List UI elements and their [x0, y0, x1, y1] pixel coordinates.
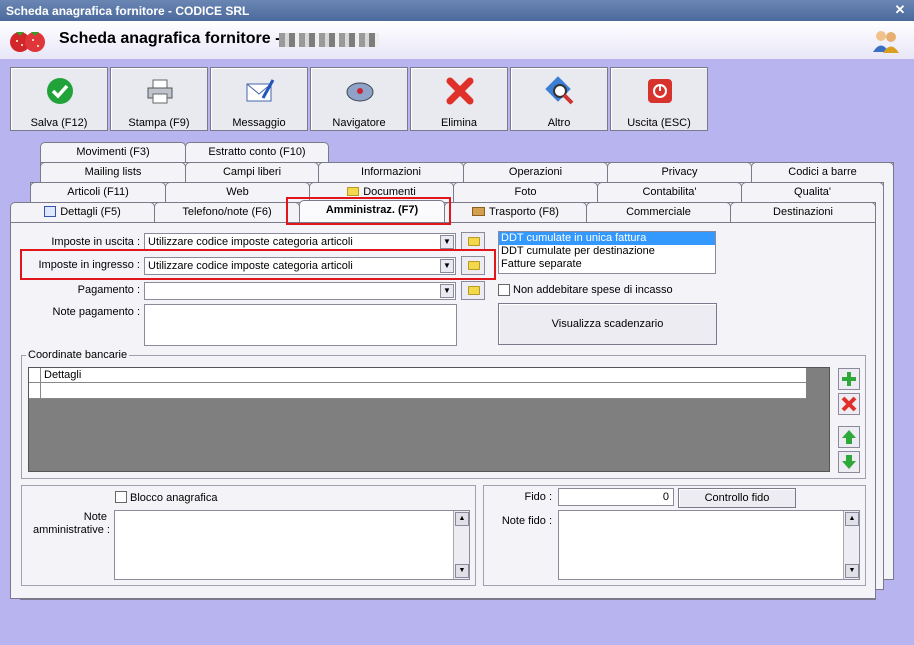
non-addebitare-checkbox[interactable]	[498, 284, 510, 296]
compass-icon	[346, 82, 374, 102]
move-down-button[interactable]	[838, 451, 860, 473]
navigator-button-label: Navigatore	[332, 117, 386, 129]
scroll-down-icon[interactable]: ▼	[455, 564, 469, 578]
delete-x-icon	[841, 396, 857, 412]
tab-codici-a-barre[interactable]: Codici a barre	[751, 162, 894, 182]
highlight-box-tab	[286, 197, 451, 225]
bank-grid[interactable]: Dettagli	[28, 367, 830, 472]
tab-mailing-lists[interactable]: Mailing lists	[40, 162, 186, 182]
pagamento-select[interactable]: ▼	[144, 282, 456, 300]
tab-foto[interactable]: Foto	[453, 182, 598, 202]
scroll-up-icon[interactable]: ▲	[455, 512, 469, 526]
folder-icon	[347, 187, 360, 196]
print-button-label: Stampa (F9)	[128, 117, 190, 129]
window-title: Scheda anagrafica fornitore - CODICE SRL	[6, 4, 250, 18]
scrollbar[interactable]: ▲ ▼	[843, 511, 859, 579]
delete-button[interactable]: Elimina	[410, 67, 508, 131]
tab-operazioni[interactable]: Operazioni	[463, 162, 608, 182]
tab-privacy[interactable]: Privacy	[607, 162, 752, 182]
message-button[interactable]: Messaggio	[210, 67, 308, 131]
blocco-anagrafica-label: Blocco anagrafica	[130, 492, 218, 504]
fido-label: Fido :	[524, 491, 552, 503]
visualizza-scadenzario-button[interactable]: Visualizza scadenzario	[498, 303, 717, 345]
exit-button[interactable]: Uscita (ESC)	[610, 67, 708, 131]
folder-icon	[468, 286, 480, 295]
list-item[interactable]: DDT cumulate in unica fattura	[499, 232, 715, 245]
arrow-up-icon	[842, 430, 856, 444]
redacted-name	[279, 33, 379, 47]
plus-icon	[842, 372, 856, 386]
note-amministrative-field[interactable]: ▲ ▼	[114, 510, 470, 580]
grid-header: Dettagli	[29, 368, 806, 383]
non-addebitare-label: Non addebitare spese di incasso	[513, 284, 673, 296]
arrow-down-icon	[842, 455, 856, 469]
window-icon	[44, 206, 57, 217]
delete-button-label: Elimina	[440, 117, 478, 129]
ddt-options-list[interactable]: DDT cumulate in unica fattura DDT cumula…	[498, 231, 716, 274]
tab-estratto-conto[interactable]: Estratto conto (F10)	[185, 142, 329, 162]
move-up-button[interactable]	[838, 426, 860, 448]
list-item[interactable]: DDT cumulate per destinazione	[499, 245, 715, 258]
exit-button-label: Uscita (ESC)	[627, 117, 691, 129]
print-button[interactable]: Stampa (F9)	[110, 67, 208, 131]
truck-icon	[472, 207, 486, 216]
tab-telefono-note[interactable]: Telefono/note (F6)	[154, 202, 300, 222]
imposte-uscita-label: Imposte in uscita :	[51, 236, 140, 248]
pagamento-folder-button[interactable]	[461, 281, 485, 300]
add-row-button[interactable]	[838, 368, 860, 390]
note-pagamento-label: Note pagamento :	[52, 306, 140, 318]
tab-trasporto[interactable]: Trasporto (F8)	[444, 202, 587, 222]
tab-articoli[interactable]: Articoli (F11)	[30, 182, 166, 202]
tab-campi-liberi[interactable]: Campi liberi	[185, 162, 319, 182]
users-icon[interactable]	[872, 29, 900, 53]
page-title: Scheda anagrafica fornitore -	[59, 30, 281, 47]
fido-field[interactable]: 0	[558, 488, 674, 506]
note-amministrative-label-2: amministrative :	[32, 524, 110, 536]
remove-row-button[interactable]	[838, 393, 860, 415]
magnifier-icon	[545, 76, 574, 105]
power-icon	[648, 79, 672, 103]
navigator-button[interactable]: Navigatore	[310, 67, 408, 131]
pagamento-label: Pagamento :	[77, 284, 140, 296]
scroll-down-icon[interactable]: ▼	[845, 564, 859, 578]
window-titlebar: Scheda anagrafica fornitore - CODICE SRL…	[0, 0, 914, 21]
close-icon[interactable]: ✕	[892, 2, 908, 18]
table-row[interactable]	[29, 383, 806, 399]
tab-movimenti[interactable]: Movimenti (F3)	[40, 142, 186, 162]
folder-icon	[468, 237, 480, 246]
note-amministrative-label-1: Note	[83, 511, 107, 523]
printer-icon	[147, 79, 173, 104]
controllo-fido-button[interactable]: Controllo fido	[678, 488, 796, 508]
check-icon	[47, 78, 73, 104]
tab-commerciale[interactable]: Commerciale	[586, 202, 731, 222]
highlight-box-imposte-ingresso	[20, 249, 496, 280]
tab-informazioni[interactable]: Informazioni	[318, 162, 464, 182]
other-button-label: Altro	[547, 117, 571, 129]
message-button-label: Messaggio	[232, 117, 286, 129]
save-button[interactable]: Salva (F12)	[10, 67, 108, 131]
note-pagamento-field[interactable]	[144, 304, 457, 346]
note-fido-label: Note fido :	[501, 515, 552, 527]
envelope-icon	[246, 79, 275, 102]
coordinate-bancarie-title: Coordinate bancarie	[26, 349, 130, 361]
chevron-down-icon[interactable]: ▼	[440, 284, 454, 298]
tab-contabilita[interactable]: Contabilita'	[597, 182, 742, 202]
scrollbar[interactable]: ▲ ▼	[453, 511, 469, 579]
delete-x-icon	[446, 77, 474, 105]
strawberry-icon	[10, 32, 45, 52]
save-button-label: Salva (F12)	[30, 117, 88, 129]
column-header-dettagli[interactable]: Dettagli	[44, 369, 81, 381]
tab-qualita[interactable]: Qualita'	[741, 182, 884, 202]
scroll-up-icon[interactable]: ▲	[845, 512, 859, 526]
list-item[interactable]: Fatture separate	[499, 258, 715, 271]
chevron-down-icon[interactable]: ▼	[440, 235, 454, 249]
tab-destinazioni[interactable]: Destinazioni	[730, 202, 876, 222]
other-button[interactable]: Altro	[510, 67, 608, 131]
tab-dettagli[interactable]: Dettagli (F5)	[10, 202, 155, 222]
blocco-anagrafica-checkbox[interactable]	[115, 491, 127, 503]
header-bar: Scheda anagrafica fornitore -	[0, 21, 914, 59]
note-fido-field[interactable]: ▲ ▼	[558, 510, 860, 580]
